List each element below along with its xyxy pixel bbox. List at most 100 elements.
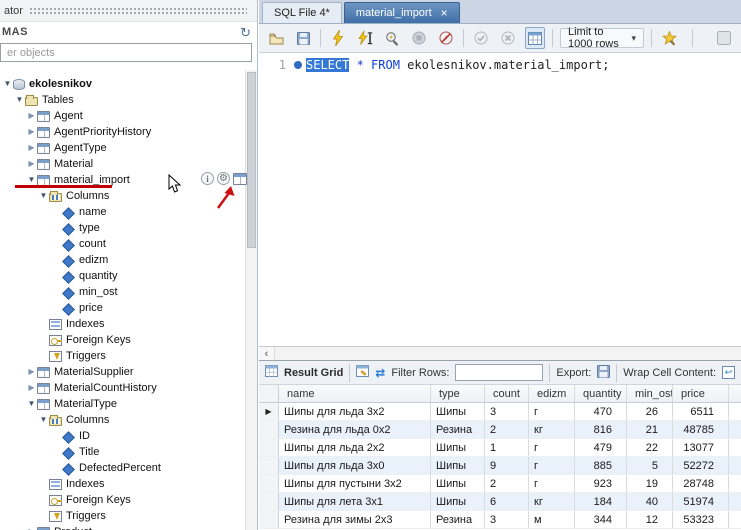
tree-item-triggers[interactable]: ▶Triggers: [0, 348, 245, 364]
cell-min-ost[interactable]: 5: [627, 457, 673, 474]
tree-item-material[interactable]: ▶Material: [0, 156, 245, 172]
cell-edizm[interactable]: кг: [529, 421, 575, 438]
limit-rows-dropdown[interactable]: Limit to 1000 rows ▾: [560, 28, 644, 48]
column-header-edizm[interactable]: edizm: [529, 385, 575, 402]
new-snippet-icon[interactable]: [659, 27, 679, 49]
cell-type[interactable]: Шипы: [431, 493, 485, 510]
clipped-toolbar-icon[interactable]: [714, 27, 734, 49]
navigator-scrollbar[interactable]: [245, 70, 257, 530]
cell-quantity[interactable]: 816: [575, 421, 627, 438]
tree-item-type[interactable]: ▶type: [0, 220, 245, 236]
editor-hscrollbar[interactable]: ‹: [259, 346, 741, 360]
edit-grid-icon[interactable]: [356, 365, 369, 380]
cell-name[interactable]: Резина для льда 0x2: [279, 421, 431, 438]
cell-type[interactable]: Шипы: [431, 403, 485, 420]
tree-item-materialtype[interactable]: ▼MaterialType: [0, 396, 245, 412]
cell-name[interactable]: Шипы для льда 3x0: [279, 457, 431, 474]
tree-item-indexes[interactable]: ▶Indexes: [0, 476, 245, 492]
cell-min-ost[interactable]: 40: [627, 493, 673, 510]
cell-type[interactable]: Шипы: [431, 439, 485, 456]
cell-type[interactable]: Резина: [431, 421, 485, 438]
cell-price[interactable]: 51974: [673, 493, 729, 510]
wrap-cell-content-icon[interactable]: ↩: [722, 366, 735, 379]
grid-corner[interactable]: [259, 385, 279, 402]
cell-count[interactable]: 2: [485, 475, 529, 492]
sql-editor[interactable]: 1 SELECT * FROM ekolesnikov.material_imp…: [259, 53, 741, 346]
tree-item-agentpriorityhistory[interactable]: ▶AgentPriorityHistory: [0, 124, 245, 140]
tab-sql-file-4[interactable]: SQL File 4*: [262, 2, 342, 23]
row-selector[interactable]: [259, 421, 279, 438]
cell-min-ost[interactable]: 26: [627, 403, 673, 420]
column-header-quantity[interactable]: quantity: [575, 385, 627, 402]
cell-count[interactable]: 1: [485, 439, 529, 456]
export-icon[interactable]: [597, 365, 610, 381]
execute-current-statement-icon[interactable]: [355, 27, 375, 49]
tree-item-price[interactable]: ▶price: [0, 300, 245, 316]
expand-arrow-icon[interactable]: ▶: [26, 140, 37, 156]
cell-quantity[interactable]: 344: [575, 511, 627, 528]
tree-item-edizm[interactable]: ▶edizm: [0, 252, 245, 268]
cell-price[interactable]: 28748: [673, 475, 729, 492]
stop-icon[interactable]: [409, 27, 429, 49]
sql-code-line[interactable]: SELECT * FROM ekolesnikov.material_impor…: [306, 53, 609, 346]
tree-item-tables[interactable]: ▼Tables: [0, 92, 245, 108]
row-selector[interactable]: [259, 493, 279, 510]
tree-item-id[interactable]: ▶ID: [0, 428, 245, 444]
cell-edizm[interactable]: м: [529, 511, 575, 528]
panel-grip[interactable]: [29, 7, 247, 15]
row-selector[interactable]: [259, 457, 279, 474]
cell-count[interactable]: 6: [485, 493, 529, 510]
tree-item-materialsupplier[interactable]: ▶MaterialSupplier: [0, 364, 245, 380]
cell-count[interactable]: 2: [485, 421, 529, 438]
filter-rows-input[interactable]: [455, 364, 543, 381]
save-script-icon[interactable]: [293, 27, 313, 49]
cell-quantity[interactable]: 470: [575, 403, 627, 420]
tree-item-columns[interactable]: ▼Columns: [0, 412, 245, 428]
expand-arrow-icon[interactable]: ▼: [14, 92, 25, 108]
cell-min-ost[interactable]: 21: [627, 421, 673, 438]
cell-min-ost[interactable]: 19: [627, 475, 673, 492]
tree-item-min-ost[interactable]: ▶min_ost: [0, 284, 245, 300]
open-script-icon[interactable]: [266, 27, 286, 49]
tree-item-quantity[interactable]: ▶quantity: [0, 268, 245, 284]
cell-name[interactable]: Резина для зимы 2x3: [279, 511, 431, 528]
scrollbar-thumb[interactable]: [247, 72, 256, 248]
refresh-schemas-icon[interactable]: ↻: [240, 26, 251, 39]
execute-icon[interactable]: [328, 27, 348, 49]
expand-arrow-icon[interactable]: ▼: [26, 396, 37, 412]
cell-min-ost[interactable]: 12: [627, 511, 673, 528]
cell-min-ost[interactable]: 22: [627, 439, 673, 456]
expand-arrow-icon[interactable]: ▶: [26, 380, 37, 396]
cell-price[interactable]: 6511: [673, 403, 729, 420]
tree-item-agenttype[interactable]: ▶AgentType: [0, 140, 245, 156]
rollback-icon[interactable]: [498, 27, 518, 49]
cell-count[interactable]: 9: [485, 457, 529, 474]
tree-item-foreign-keys[interactable]: ▶Foreign Keys: [0, 492, 245, 508]
tree-item-agent[interactable]: ▶Agent: [0, 108, 245, 124]
tab-material-import[interactable]: material_import ×: [344, 2, 460, 23]
cell-name[interactable]: Шипы для пустыни 3x2: [279, 475, 431, 492]
expand-arrow-icon[interactable]: ▶: [26, 364, 37, 380]
cell-quantity[interactable]: 479: [575, 439, 627, 456]
tree-item-indexes[interactable]: ▶Indexes: [0, 316, 245, 332]
expand-arrow-icon[interactable]: ▼: [38, 412, 49, 428]
stop-on-error-icon[interactable]: [436, 27, 456, 49]
expand-arrow-icon[interactable]: ▼: [38, 188, 49, 204]
cell-quantity[interactable]: 184: [575, 493, 627, 510]
cell-type[interactable]: Шипы: [431, 457, 485, 474]
tree-item-title[interactable]: ▶Title: [0, 444, 245, 460]
column-header-count[interactable]: count: [485, 385, 529, 402]
column-header-price[interactable]: price: [673, 385, 729, 402]
close-tab-icon[interactable]: ×: [441, 8, 448, 18]
tree-item-name[interactable]: ▶name: [0, 204, 245, 220]
tree-item-count[interactable]: ▶count: [0, 236, 245, 252]
tree-item-defectedpercent[interactable]: ▶DefectedPercent: [0, 460, 245, 476]
autocommit-icon[interactable]: [525, 27, 545, 49]
expand-arrow-icon[interactable]: ▶: [26, 108, 37, 124]
cell-name[interactable]: Шипы для лета 3x1: [279, 493, 431, 510]
row-selector[interactable]: [259, 475, 279, 492]
row-selector[interactable]: [259, 511, 279, 528]
cell-edizm[interactable]: г: [529, 475, 575, 492]
filter-objects-input[interactable]: [1, 45, 251, 60]
cell-price[interactable]: 52272: [673, 457, 729, 474]
